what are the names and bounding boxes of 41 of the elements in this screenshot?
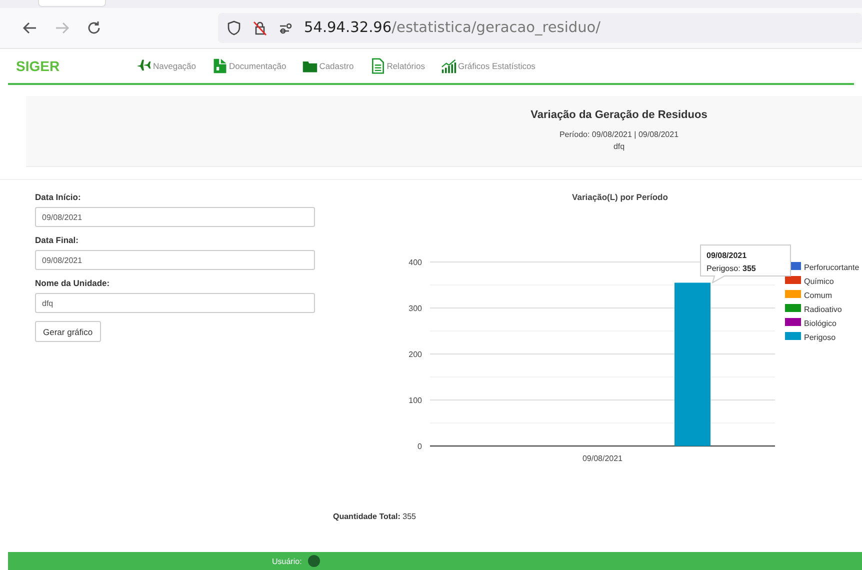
- y-axis-label: 0: [418, 442, 422, 451]
- period-text: Período: 09/08/2021 | 09/08/2021: [559, 129, 679, 141]
- legend-label: Biológico: [804, 319, 836, 328]
- legend-label: Perigoso: [804, 333, 836, 342]
- field-label: Nome da Unidade:: [35, 278, 111, 288]
- field-label: Data Início:: [35, 192, 82, 202]
- total-quantity: Quantidade Total: 355: [333, 512, 417, 521]
- tooltip: 09/08/2021 Perigoso: 355: [700, 244, 791, 284]
- legend-label: Comum: [804, 291, 832, 300]
- chart-title: Variação(L) por Período: [572, 192, 668, 202]
- url-text[interactable]: 54.94.32.96/estatistica/geracao_residuo/: [304, 20, 601, 36]
- back-icon[interactable]: [22, 20, 38, 36]
- shield-icon[interactable]: [226, 20, 242, 36]
- legend-label: Radioativo: [804, 305, 842, 314]
- nav-link[interactable]: Gráficos Estatísticos: [440, 58, 536, 74]
- y-axis-label: 300: [408, 304, 422, 313]
- nav-link[interactable]: Relatórios: [370, 58, 425, 74]
- page-title: Variação da Geração de Residuos: [530, 109, 708, 121]
- y-axis-label: 200: [408, 350, 422, 359]
- x-axis-label: 09/08/2021: [582, 454, 623, 463]
- nav-link[interactable]: Cadastro: [302, 58, 354, 74]
- unit-text: dfq: [613, 141, 625, 153]
- legend-label: Perforucortante: [804, 263, 860, 272]
- generate-chart-button[interactable]: Gerar gráfico: [35, 321, 101, 342]
- document-icon: [212, 58, 228, 74]
- address-bar[interactable]: 54.94.32.96/estatistica/geracao_residuo/: [218, 13, 862, 43]
- lock-slash-icon[interactable]: [252, 20, 268, 36]
- nav-link[interactable]: Documentação: [212, 58, 286, 74]
- report-icon: [370, 58, 386, 74]
- input-field[interactable]: dfq: [35, 293, 315, 313]
- field-label: Data Final:: [35, 235, 80, 245]
- y-axis-label: 400: [408, 258, 422, 267]
- y-axis-label: 100: [408, 396, 422, 405]
- avatar-circle: [308, 555, 320, 567]
- legend-label: Químico: [804, 277, 834, 286]
- nav-link[interactable]: Navegação: [136, 58, 196, 74]
- input-field[interactable]: 09/08/2021: [35, 250, 315, 270]
- user-label: Usuário:: [272, 556, 302, 566]
- input-field[interactable]: 09/08/2021: [35, 207, 315, 227]
- bar-chart-icon: [440, 58, 457, 74]
- reload-icon[interactable]: [86, 20, 102, 36]
